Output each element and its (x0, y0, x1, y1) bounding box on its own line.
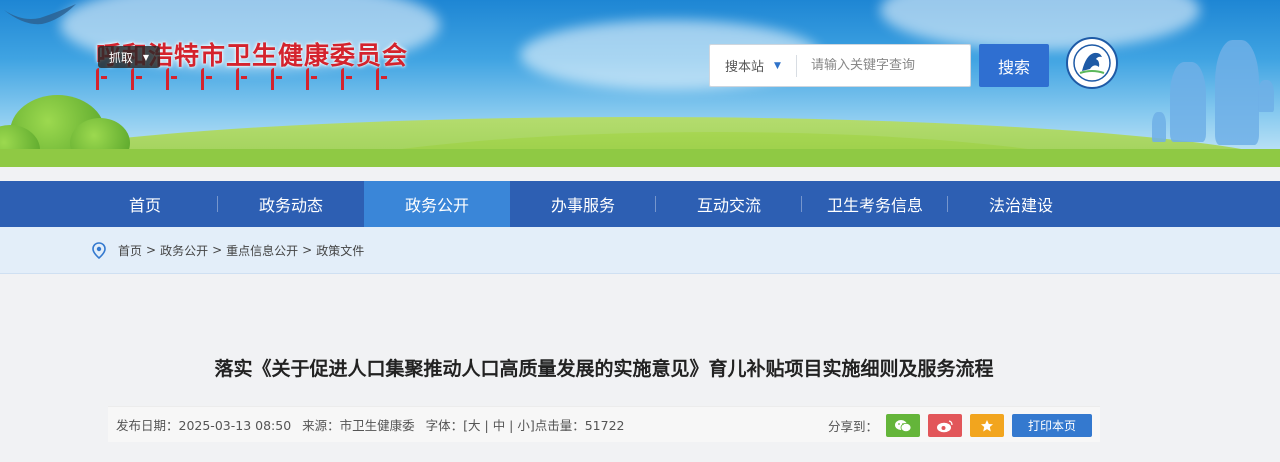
nav-item-label: 卫生考务信息 (826, 196, 923, 215)
search-box: 搜本站 ▼ (709, 44, 971, 87)
article-meta-bar: 发布日期：2025-03-13 08:50 来源：市卫生健康委 字体：[大 | … (108, 406, 1100, 442)
grab-label: 抓取 (108, 50, 133, 65)
nav-item-news[interactable]: 政务动态 (218, 181, 364, 227)
emblem-icon (1066, 37, 1118, 89)
nav-item-label: 政务公开 (404, 196, 469, 215)
runner-figure (1152, 112, 1166, 142)
runner-figure (1215, 40, 1259, 145)
breadcrumb-link-disclosure[interactable]: 政务公开 (160, 242, 208, 259)
breadcrumb-separator: > (302, 243, 313, 257)
breadcrumb-link-key-info[interactable]: 重点信息公开 (226, 242, 298, 259)
nav-item-label: 办事服务 (550, 196, 615, 215)
nav-item-label: 首页 (128, 196, 161, 215)
publish-date: 发布日期：2025-03-13 08:50 (116, 418, 292, 433)
nav-item-label: 政务动态 (258, 196, 323, 215)
grass-decoration (0, 149, 1280, 167)
search-scope-select[interactable]: 搜本站 ▼ (710, 54, 797, 77)
search-input[interactable] (811, 58, 961, 73)
view-count: 点击量：51722 (534, 418, 625, 433)
share-label: 分享到： (827, 419, 878, 434)
bird-icon (4, 4, 76, 25)
breadcrumb: 首页 > 政务公开 > 重点信息公开 > 政策文件 (0, 227, 1280, 274)
breadcrumb-separator: > (146, 243, 157, 257)
search-scope-label: 搜本站 (725, 60, 765, 75)
nav-item-label: 法治建设 (988, 196, 1053, 215)
runner-figure (1258, 80, 1274, 112)
favorite-button[interactable] (970, 414, 1004, 437)
nav-item-disclosure[interactable]: 政务公开 (364, 181, 510, 227)
weibo-icon (937, 419, 953, 432)
article-source: 来源：市卫生健康委 (302, 418, 415, 433)
mongolian-script-title (96, 68, 387, 90)
share-group: 分享到： 打印本页 (828, 414, 1092, 437)
breadcrumb-link-home[interactable]: 首页 (118, 242, 142, 259)
nav-item-exam-info[interactable]: 卫生考务信息 (802, 181, 948, 227)
star-icon (981, 419, 993, 431)
chevron-down-icon: ▼ (774, 60, 781, 71)
nav-item-legal[interactable]: 法治建设 (948, 181, 1094, 227)
breadcrumb-link-policy[interactable]: 政策文件 (316, 242, 364, 259)
font-size-control[interactable]: 字体：[大 | 中 | 小] (426, 415, 535, 434)
main-nav: 首页 政务动态 政务公开 办事服务 互动交流 卫生考务信息 法治建设 (0, 181, 1280, 227)
search-button[interactable]: 搜索 (979, 44, 1049, 87)
nav-item-services[interactable]: 办事服务 (510, 181, 656, 227)
runner-figure (1170, 62, 1206, 142)
location-pin-icon (92, 241, 106, 259)
header-banner: 呼和浩特市卫生健康委员会 抓取 ▼ 搜本站 ▼ 搜索 (0, 0, 1280, 167)
nav-item-label: 互动交流 (696, 196, 761, 215)
share-wechat-button[interactable] (886, 414, 920, 437)
share-weibo-button[interactable] (928, 414, 962, 437)
print-button[interactable]: 打印本页 (1012, 414, 1092, 437)
grab-button[interactable]: 抓取 ▼ (98, 46, 160, 68)
cloud-decoration (880, 0, 1200, 50)
nav-item-interaction[interactable]: 互动交流 (656, 181, 802, 227)
chevron-down-icon: ▼ (142, 52, 150, 62)
article-title: 落实《关于促进人口集聚推动人口高质量发展的实施意见》育儿补贴项目实施细则及服务流… (214, 358, 994, 380)
nav-item-home[interactable]: 首页 (72, 181, 218, 227)
breadcrumb-separator: > (212, 243, 223, 257)
wechat-icon (895, 419, 912, 432)
